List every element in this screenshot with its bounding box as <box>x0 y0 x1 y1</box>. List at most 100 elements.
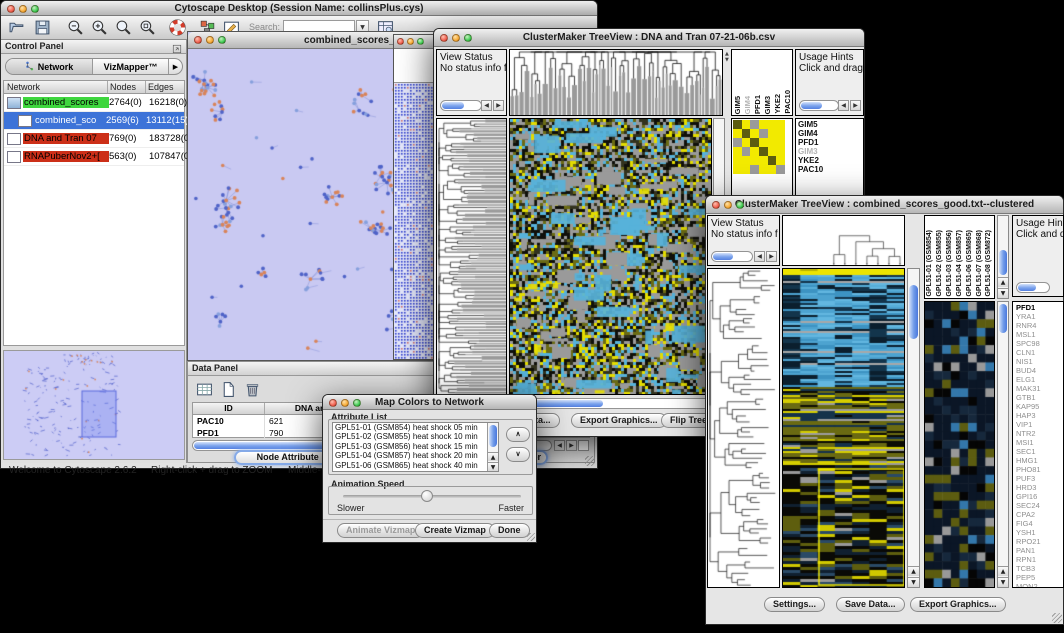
scroll-right-button[interactable]: ▶ <box>766 251 777 262</box>
dialog-create-vizmap-button[interactable]: Create Vizmap <box>415 523 495 538</box>
heatmap-cell[interactable] <box>776 147 785 156</box>
row-label[interactable]: GIM4 <box>798 129 863 138</box>
save-icon[interactable] <box>34 19 51 41</box>
main-title-bar[interactable]: Cytoscape Desktop (Session Name: collins… <box>1 1 597 16</box>
gene-label[interactable]: BUD4 <box>1016 366 1063 375</box>
column-label[interactable]: GIM3 <box>763 96 772 114</box>
trash-icon[interactable] <box>244 381 261 403</box>
network-overview-canvas[interactable] <box>4 351 184 459</box>
gene-label[interactable]: CPA2 <box>1016 510 1063 519</box>
attribute-listbox[interactable]: GPL51-01 (GSM854) heat shock 05 minGPL51… <box>332 422 499 472</box>
tv2-zoom-heatmap[interactable] <box>924 301 995 588</box>
gene-label[interactable]: PHO81 <box>1016 465 1063 474</box>
page-icon[interactable] <box>220 381 237 403</box>
tv2-column-dendrogram[interactable] <box>782 215 905 266</box>
zoom-fit-icon[interactable] <box>115 19 132 41</box>
zoom-button[interactable] <box>218 36 226 44</box>
tv2-column-label-vscrollbar[interactable]: ▲▼ <box>997 215 1009 299</box>
tv1-export-graphics-button[interactable]: Export Graphics... <box>571 413 667 428</box>
heatmap-cell[interactable] <box>768 138 777 147</box>
scroll-left-button[interactable]: ◀ <box>554 440 565 451</box>
column-label[interactable]: GIM4 <box>743 96 752 114</box>
heatmap-cell[interactable] <box>750 120 759 129</box>
close-button[interactable] <box>194 36 202 44</box>
column-label[interactable]: GPL51-02 (GSM855) <box>936 230 943 297</box>
heatmap-cell[interactable] <box>742 165 751 174</box>
move-up-button[interactable]: ∧ <box>506 427 530 442</box>
minimize-button[interactable] <box>724 201 732 209</box>
close-button[interactable] <box>397 38 404 45</box>
row-label[interactable]: PFD1 <box>798 138 863 147</box>
gene-label[interactable]: ELG1 <box>1016 375 1063 384</box>
gene-label[interactable]: KAP95 <box>1016 402 1063 411</box>
column-label[interactable]: GPL51-04 (GSM857) <box>956 230 963 297</box>
zoom-button[interactable] <box>464 34 472 42</box>
tv2-settings-button[interactable]: Settings... <box>764 597 825 612</box>
close-button[interactable] <box>329 399 337 407</box>
heatmap-cell[interactable] <box>759 138 768 147</box>
row-label[interactable]: YKE2 <box>798 156 863 165</box>
gene-label[interactable]: HRD3 <box>1016 483 1063 492</box>
float-window-icon[interactable] <box>172 41 182 59</box>
heatmap-cell[interactable] <box>768 129 777 138</box>
attribute-list-item[interactable]: GPL51-03 (GSM856) heat shock 15 min <box>335 442 498 451</box>
tv1-heatmap[interactable] <box>509 118 712 395</box>
dialog-done-button[interactable]: Done <box>489 523 530 538</box>
close-button[interactable] <box>7 5 15 13</box>
column-label[interactable]: GPL51-01 (GSM854) <box>926 230 933 297</box>
tv2-export-graphics-button[interactable]: Export Graphics... <box>910 597 1006 612</box>
close-button[interactable] <box>712 201 720 209</box>
row-label[interactable]: GIM3 <box>798 147 863 156</box>
heatmap-cell[interactable] <box>776 156 785 165</box>
heatmap-cell[interactable] <box>759 156 768 165</box>
heatmap-cell[interactable] <box>742 129 751 138</box>
minimize-button[interactable] <box>407 38 414 45</box>
tv2-gene-list[interactable]: PFD1YRA1RNR4MSL1SPC98CLN1NIS1BUD4ELG1MAK… <box>1012 301 1064 588</box>
column-header-id[interactable]: ID <box>193 403 265 414</box>
heatmap-cell[interactable] <box>733 120 742 129</box>
gene-label[interactable]: RNR4 <box>1016 321 1063 330</box>
column-label[interactable]: GPL51-07 (GSM868) <box>976 230 983 297</box>
heatmap-cell[interactable] <box>733 138 742 147</box>
tv1-column-dendrogram[interactable] <box>509 49 723 116</box>
scroll-right-button[interactable]: ▶ <box>493 100 504 111</box>
tv2-row-dendrogram[interactable] <box>707 268 780 588</box>
tab-vizmapper[interactable]: VizMapper™ <box>93 59 168 74</box>
heatmap-cell[interactable] <box>750 165 759 174</box>
heatmap-cell[interactable] <box>776 129 785 138</box>
gene-label[interactable]: SEC1 <box>1016 447 1063 456</box>
minimize-button[interactable] <box>206 36 214 44</box>
main-window-controls[interactable] <box>7 5 39 13</box>
gene-label[interactable]: SEC24 <box>1016 501 1063 510</box>
slider-thumb[interactable] <box>421 490 433 502</box>
usage-hints-hscrollbar[interactable] <box>1016 282 1050 293</box>
gene-label[interactable]: CLN1 <box>1016 348 1063 357</box>
gene-label[interactable]: GTB1 <box>1016 393 1063 402</box>
column-label[interactable]: YKE2 <box>773 94 782 114</box>
column-label[interactable]: GPL51-06 (GSM865) <box>966 230 973 297</box>
gene-label[interactable]: VIP1 <box>1016 420 1063 429</box>
network-table-row[interactable]: combined_sco2569(6)13112(15) <box>4 112 184 130</box>
move-down-button[interactable]: ∨ <box>506 447 530 462</box>
attribute-list-item[interactable]: GPL51-06 (GSM865) heat shock 40 min <box>335 461 498 470</box>
heatmap-cell[interactable] <box>750 138 759 147</box>
heatmap-cell[interactable] <box>776 120 785 129</box>
tv2-heatmap-vscrollbar[interactable]: ▲▼ <box>907 268 920 588</box>
heatmap-cell[interactable] <box>733 129 742 138</box>
scroll-left-button[interactable]: ◀ <box>754 251 765 262</box>
scroll-left-button[interactable]: ◀ <box>838 100 849 111</box>
gene-label[interactable]: YRA1 <box>1016 312 1063 321</box>
heatmap-cell[interactable] <box>750 156 759 165</box>
gene-label[interactable]: NTR2 <box>1016 429 1063 438</box>
open-folder-icon[interactable] <box>9 19 26 41</box>
column-header-edges[interactable]: Edges <box>146 81 184 93</box>
network-table-row[interactable]: DNA and Tran 07769(0)183728(0) <box>4 130 184 148</box>
network-table-row[interactable]: RNAPuberNov2+[563(0)107847(0) <box>4 148 184 166</box>
tv2-save-data-button[interactable]: Save Data... <box>836 597 905 612</box>
heatmap-cell[interactable] <box>759 120 768 129</box>
column-label[interactable]: GPL51-08 (GSM872) <box>985 230 992 297</box>
column-header-network[interactable]: Network <box>4 81 108 93</box>
network-overview-panel[interactable] <box>3 350 185 460</box>
tv1-column-labels[interactable]: GIM5GIM4PFD1GIM3YKE2PAC10 <box>731 49 793 116</box>
heatmap-cell[interactable] <box>768 120 777 129</box>
